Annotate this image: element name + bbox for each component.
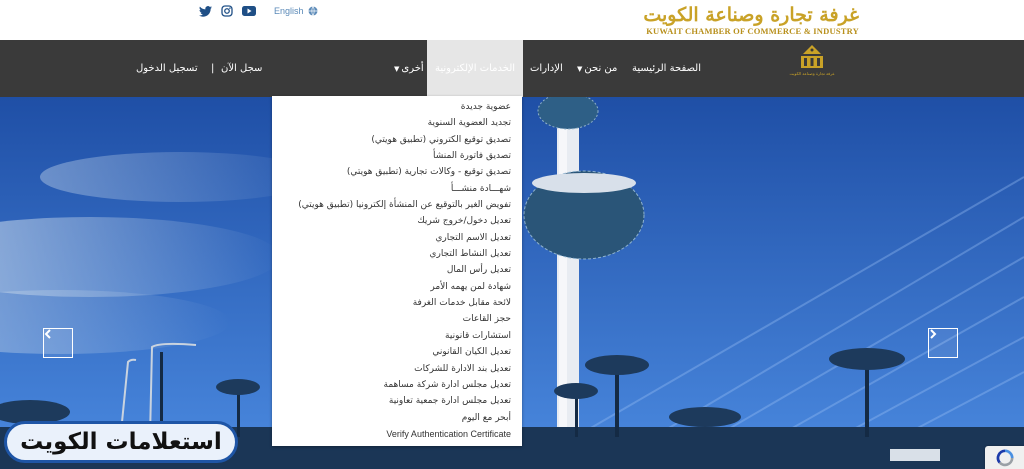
recaptcha-icon	[996, 448, 1014, 466]
caret-down-icon: ▼	[577, 64, 583, 73]
nav-separator: |	[211, 63, 215, 74]
login-link[interactable]: تسجيل الدخول	[136, 40, 198, 97]
dropdown-item[interactable]: تفويض الغير بالتوقيع عن المنشأة إلكتروني…	[272, 197, 511, 213]
dropdown-item[interactable]: استشارات قانونية	[272, 328, 511, 344]
caret-down-icon: ▼	[394, 64, 400, 73]
register-link[interactable]: سجل الآن	[221, 40, 262, 97]
dropdown-item[interactable]: تعديل بند الادارة للشركات	[272, 361, 511, 377]
nav-about-label: من نحن	[584, 63, 618, 74]
youtube-icon[interactable]	[242, 4, 256, 18]
chevron-right-icon	[930, 329, 937, 339]
dropdown-item[interactable]: تجديد العضوية السنوية	[272, 115, 511, 131]
language-label: English	[274, 6, 304, 16]
slider-prev-button[interactable]	[43, 328, 73, 358]
dropdown-item[interactable]: تصديق توقيع الكتروني (تطبيق هويتي)	[272, 132, 511, 148]
chevron-left-icon	[44, 329, 51, 339]
dropdown-item[interactable]: عضوية جديدة	[272, 99, 511, 115]
brand-name-ar: غرفة تجارة وصناعة الكويت	[643, 4, 859, 26]
slider-next-button[interactable]	[928, 328, 958, 358]
emblem-icon	[801, 45, 823, 68]
language-switch[interactable]: English	[274, 6, 318, 16]
chamber-emblem-logo[interactable]: غرفة تجارة وصناعة الكويت	[786, 44, 838, 92]
top-links: English	[198, 3, 318, 19]
nav-other-label: أخرى	[401, 63, 424, 74]
dropdown-item[interactable]: لائحة مقابل خدمات الغرفة	[272, 295, 511, 311]
nav-other[interactable]: أخرى ▼	[394, 40, 424, 97]
main-navbar: غرفة تجارة وصناعة الكويت الصفحة الرئيسية…	[0, 40, 1024, 97]
dropdown-item[interactable]: تصديق توقيع - وكالات تجارية (تطبيق هويتي…	[272, 164, 511, 180]
dropdown-item[interactable]: تعديل مجلس ادارة جمعية تعاونية	[272, 393, 511, 409]
nav-eservices[interactable]: الخدمات الإلكترونية	[427, 40, 523, 97]
watermark-badge: استعلامات الكويت	[4, 421, 238, 463]
nav-about[interactable]: من نحن ▼	[577, 40, 617, 97]
nav-home[interactable]: الصفحة الرئيسية	[632, 40, 701, 97]
dropdown-item[interactable]: حجز القاعات	[272, 311, 511, 327]
dropdown-list: عضوية جديدة تجديد العضوية السنوية تصديق تو…	[272, 96, 522, 442]
dropdown-item[interactable]: تعديل الاسم التجاري	[272, 230, 511, 246]
recaptcha-badge[interactable]	[985, 446, 1024, 469]
globe-icon	[308, 6, 318, 16]
nav-departments[interactable]: الإدارات	[530, 40, 563, 97]
logo-caption: غرفة تجارة وصناعة الكويت	[789, 71, 835, 76]
twitter-icon[interactable]	[198, 4, 212, 18]
dropdown-item[interactable]: تعديل الكيان القانوني	[272, 344, 511, 360]
dropdown-item[interactable]: تصديق فاتورة المنشأ	[272, 148, 511, 164]
dropdown-item[interactable]: Verify Authentication Certificate	[272, 426, 511, 442]
dropdown-item[interactable]: تعديل النشاط التجاري	[272, 246, 511, 262]
eservices-dropdown-menu: عضوية جديدة تجديد العضوية السنوية تصديق تو…	[272, 96, 522, 446]
dropdown-item[interactable]: شهـــادة منشـــأ	[272, 181, 511, 197]
instagram-icon[interactable]	[220, 4, 234, 18]
dropdown-item[interactable]: تعديل رأس المال	[272, 262, 511, 278]
brand-logo[interactable]: غرفة تجارة وصناعة الكويت KUWAIT CHAMBER …	[643, 4, 859, 36]
dropdown-item[interactable]: شهادة لمن يهمه الأمر	[272, 279, 511, 295]
dropdown-item[interactable]: تعديل مجلس ادارة شركة مساهمة	[272, 377, 511, 393]
watermark-text: استعلامات الكويت	[20, 429, 222, 455]
top-bar: English غرفة تجارة وصناعة الكويت KUWAIT …	[0, 0, 1024, 40]
brand-name-en: KUWAIT CHAMBER OF COMMERCE & INDUSTRY	[646, 26, 859, 36]
dropdown-item[interactable]: تعديل دخول/خروج شريك	[272, 213, 511, 229]
dropdown-item[interactable]: أبحر مع اليوم	[272, 410, 511, 426]
